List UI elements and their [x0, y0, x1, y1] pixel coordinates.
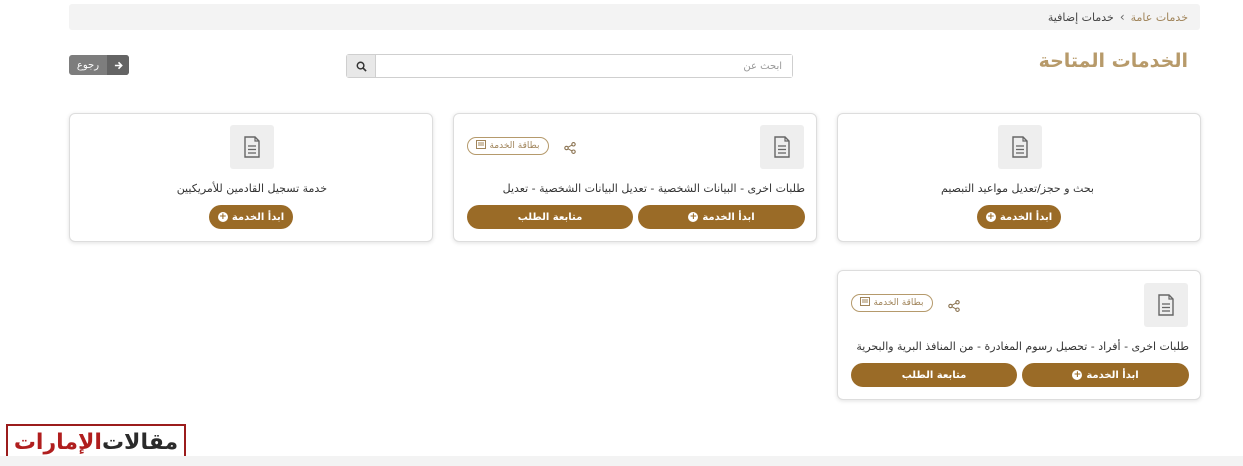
start-service-button[interactable]: ابدأ الخدمة +	[638, 205, 805, 229]
service-title: طلبات اخرى - أفراد - تحصيل رسوم المغادرة…	[856, 340, 1189, 353]
card-icon	[860, 297, 871, 309]
document-icon	[760, 125, 804, 169]
back-button[interactable]: رجوع	[69, 55, 129, 75]
plus-circle-icon: +	[1072, 370, 1083, 380]
follow-request-button[interactable]: متابعة الطلب	[467, 205, 633, 229]
follow-request-button[interactable]: متابعة الطلب	[851, 363, 1017, 387]
breadcrumb-separator: ›	[1119, 10, 1125, 24]
breadcrumb-current: خدمات إضافية	[1047, 10, 1114, 24]
service-title: طلبات اخرى - البيانات الشخصية - تعديل ال…	[502, 182, 805, 195]
breadcrumb: خدمات عامة › خدمات إضافية	[69, 4, 1200, 30]
start-service-button[interactable]: ابدأ الخدمة +	[1022, 363, 1189, 387]
document-icon	[998, 125, 1042, 169]
start-service-button[interactable]: ابدأ الخدمة +	[209, 205, 293, 229]
service-card-badge[interactable]: بطاقة الخدمة	[467, 137, 549, 155]
page-title: الخدمات المتاحة	[1038, 50, 1188, 72]
plus-circle-icon: +	[985, 212, 996, 222]
share-icon[interactable]	[948, 297, 960, 316]
card-icon	[476, 140, 487, 152]
service-card: بحث و حجز/تعديل مواعيد التبصيم ابدأ الخد…	[837, 113, 1201, 242]
badge-label: بطاقة الخدمة	[873, 298, 924, 308]
document-icon	[230, 125, 274, 169]
search-bar	[346, 54, 793, 78]
back-button-label: رجوع	[76, 59, 100, 71]
service-card: بطاقة الخدمة طلبات اخرى - أفراد - تحصيل …	[837, 270, 1201, 400]
service-card-badge[interactable]: بطاقة الخدمة	[851, 294, 933, 312]
plus-circle-icon: +	[688, 212, 699, 222]
service-title: خدمة تسجيل القادمين للأمريكيين	[176, 182, 327, 195]
badge-label: بطاقة الخدمة	[489, 141, 540, 151]
watermark-part2: الإمارات	[13, 429, 102, 455]
search-input[interactable]	[376, 55, 792, 77]
follow-request-label: متابعة الطلب	[901, 369, 967, 381]
start-service-label: ابدأ الخدمة	[999, 211, 1053, 223]
start-service-button[interactable]: ابدأ الخدمة +	[977, 205, 1061, 229]
arrow-right-icon	[107, 55, 129, 75]
share-icon[interactable]	[564, 139, 576, 158]
plus-circle-icon: +	[217, 212, 228, 222]
start-service-label: ابدأ الخدمة	[1086, 369, 1139, 381]
service-card: بطاقة الخدمة طلبات اخرى - البيانات الشخص…	[453, 113, 817, 242]
search-icon	[356, 57, 367, 76]
service-title: بحث و حجز/تعديل مواعيد التبصيم	[941, 182, 1094, 195]
watermark-logo: مقالات الإمارات	[6, 424, 186, 460]
start-service-label: ابدأ الخدمة	[702, 211, 755, 223]
service-card: خدمة تسجيل القادمين للأمريكيين ابدأ الخد…	[69, 113, 433, 242]
document-icon	[1144, 283, 1188, 327]
start-service-label: ابدأ الخدمة	[231, 211, 285, 223]
breadcrumb-parent-link[interactable]: خدمات عامة	[1131, 11, 1188, 24]
search-button[interactable]	[347, 55, 376, 77]
follow-request-label: متابعة الطلب	[517, 211, 583, 223]
watermark-part1: مقالات	[101, 429, 179, 455]
footer-strip	[0, 456, 1243, 466]
